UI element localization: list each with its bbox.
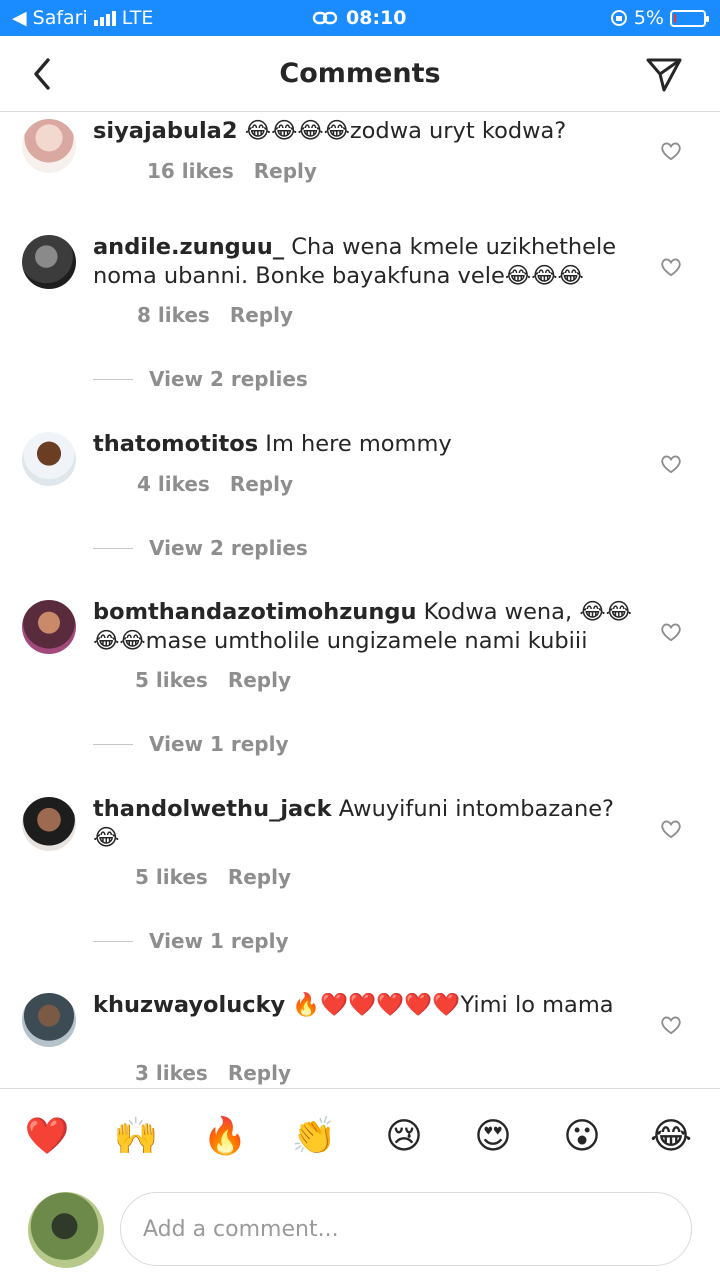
likes-count[interactable]: 8 likes [137,303,210,327]
back-to-app-label[interactable]: ◀ Safari [12,7,88,29]
comment-text: siyajabula2 😂😂😂😂zodwa uryt kodwa? [93,117,643,146]
header: Comments [0,36,720,112]
emoji-laughing-icon[interactable]: 😂 [646,1112,696,1162]
comment-body: 😂😂😂😂zodwa uryt kodwa? [237,118,567,144]
current-user-avatar [28,1192,104,1268]
emoji-quick-bar: ❤️ 🙌 🔥 👏 😢 😍 😮 😂 [0,1112,720,1162]
avatar[interactable] [22,432,76,486]
comment-text: thatomotitos Im here mommy [93,430,643,459]
avatar[interactable] [22,600,76,654]
comment-username[interactable]: bomthandazotimohzungu [93,599,416,625]
emoji-heart-icon[interactable]: ❤️ [22,1112,72,1162]
likes-count[interactable]: 16 likes [147,159,234,183]
reply-button[interactable]: Reply [230,472,293,496]
reply-button[interactable]: Reply [230,303,293,327]
view-replies-label[interactable]: View 2 replies [149,367,308,391]
battery-icon [670,9,709,27]
avatar[interactable] [22,235,76,289]
clock: 08:10 [346,7,407,29]
comment-username[interactable]: thandolwethu_jack [93,796,332,822]
page-title: Comments [279,58,441,89]
comment-username[interactable]: khuzwayolucky [93,992,285,1018]
likes-count[interactable]: 4 likes [137,472,210,496]
comments-list[interactable]: siyajabula2 😂😂😂😂zodwa uryt kodwa? 16 lik… [0,113,720,1088]
view-replies-label[interactable]: View 1 reply [149,732,289,756]
like-heart-icon[interactable] [660,622,682,642]
comment-username[interactable]: siyajabula2 [93,118,238,144]
avatar[interactable] [22,119,76,173]
comment-input[interactable] [120,1192,692,1266]
replies-divider-line [93,378,133,380]
comment-body: 🔥❤️❤️❤️❤️❤️Yimi lo mama [285,992,614,1018]
comment-text: thandolwethu_jack Awuyifuni intombazane?… [93,795,643,853]
battery-percent: 5% [633,7,664,29]
link-icon [312,11,338,25]
reply-button[interactable]: Reply [228,865,291,889]
reply-button[interactable]: Reply [228,668,291,692]
status-bar: ◀ Safari LTE 08:10 5% [0,0,720,36]
signal-icon [93,10,116,26]
view-replies-label[interactable]: View 1 reply [149,929,289,953]
reply-button[interactable]: Reply [228,1061,291,1085]
comment-username[interactable]: thatomotitos [93,431,258,457]
emoji-heart-eyes-icon[interactable]: 😍 [468,1112,518,1162]
replies-divider-line [93,547,133,549]
direct-message-icon[interactable] [644,54,684,94]
emoji-crying-icon[interactable]: 😢 [379,1112,429,1162]
comment-meta: 5 likes Reply [93,865,291,889]
comment-text: bomthandazotimohzungu Kodwa wena, 😂😂😂😂ma… [93,598,643,656]
like-heart-icon[interactable] [660,257,682,277]
emoji-fire-icon[interactable]: 🔥 [200,1112,250,1162]
emoji-surprised-icon[interactable]: 😮 [557,1112,607,1162]
comment-meta: 8 likes Reply [93,303,293,327]
view-replies-button[interactable]: View 2 replies [93,536,308,560]
rotation-lock-icon [610,10,627,26]
view-replies-label[interactable]: View 2 replies [149,536,308,560]
emoji-bar-divider [0,1088,720,1089]
reply-button[interactable]: Reply [254,159,317,183]
like-heart-icon[interactable] [660,141,682,161]
comment-meta: 5 likes Reply [93,668,291,692]
comment-username[interactable]: andile.zunguu_ [93,234,284,260]
view-replies-button[interactable]: View 1 reply [93,929,289,953]
like-heart-icon[interactable] [660,454,682,474]
like-heart-icon[interactable] [660,1015,682,1035]
like-heart-icon[interactable] [660,819,682,839]
comment-meta: 3 likes Reply [93,1061,291,1085]
likes-count[interactable]: 5 likes [135,668,208,692]
likes-count[interactable]: 3 likes [135,1061,208,1085]
emoji-clapping-icon[interactable]: 👏 [289,1112,339,1162]
view-replies-button[interactable]: View 2 replies [93,367,308,391]
comment-meta: 4 likes Reply [93,472,293,496]
replies-divider-line [93,940,133,942]
comment-text: andile.zunguu_ Cha wena kmele uzikhethel… [93,233,643,291]
comment-body: Im here mommy [258,431,452,457]
comment-meta: 16 likes Reply [93,159,317,183]
emoji-raised-hands-icon[interactable]: 🙌 [111,1112,161,1162]
view-replies-button[interactable]: View 1 reply [93,732,289,756]
carrier-label: LTE [121,7,154,29]
replies-divider-line [93,743,133,745]
avatar[interactable] [22,993,76,1047]
comment-text: khuzwayolucky 🔥❤️❤️❤️❤️❤️Yimi lo mama [93,991,643,1020]
avatar[interactable] [22,797,76,851]
likes-count[interactable]: 5 likes [135,865,208,889]
